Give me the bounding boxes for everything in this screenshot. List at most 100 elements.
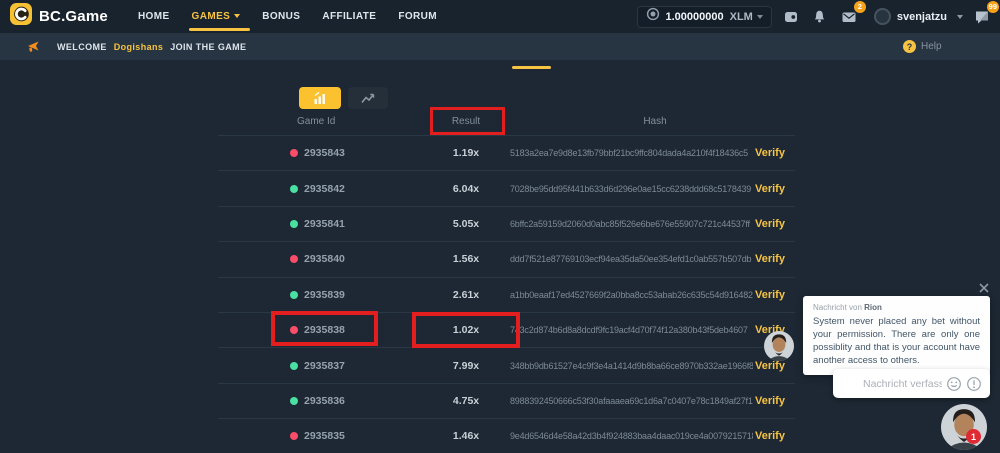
currency-label: XLM — [730, 11, 753, 23]
mail-badge: 2 — [854, 1, 866, 13]
game-id-value: 2935840 — [304, 253, 345, 265]
top-bar: BC.Game HOME GAMES BONUS AFFILIATE FORUM… — [0, 0, 1000, 33]
game-id-value: 2935835 — [304, 430, 345, 442]
status-dot — [290, 149, 298, 157]
user-menu[interactable]: svenjatzu — [874, 8, 963, 25]
sender-avatar — [764, 331, 794, 361]
main-nav: HOME GAMES BONUS AFFILIATE FORUM — [138, 0, 437, 33]
status-dot — [290, 291, 298, 299]
trend-chart-toggle-button[interactable] — [348, 87, 388, 109]
table-row: 2935836 4.75x 8988392450666c53f30afaaaea… — [218, 383, 795, 418]
verify-link[interactable]: Verify — [755, 289, 785, 301]
chat-badge: 99 — [987, 1, 999, 13]
brand-name: BC.Game — [39, 8, 108, 25]
welcome-username[interactable]: Dogishans — [114, 42, 164, 52]
notifications-button[interactable] — [810, 7, 830, 27]
verify-link[interactable]: Verify — [755, 183, 785, 195]
nav-games-label: GAMES — [192, 11, 231, 22]
column-header-hash: Hash — [540, 116, 770, 127]
welcome-bar: WELCOME Dogishans JOIN THE GAME ? Help — [0, 33, 1000, 60]
nav-home[interactable]: HOME — [138, 11, 170, 22]
username: svenjatzu — [897, 11, 947, 23]
nav-forum[interactable]: FORUM — [398, 11, 437, 22]
annotation-box-game-id-cell — [271, 311, 378, 346]
chat-message-card: Nachricht von Rion System never placed a… — [803, 296, 990, 375]
sender-name: Rion — [864, 303, 882, 312]
nav-bonus[interactable]: BONUS — [262, 11, 300, 22]
chat-button[interactable]: 99 — [972, 7, 992, 27]
welcome-label: WELCOME — [57, 42, 107, 52]
chat-message-meta: Nachricht von Rion — [813, 303, 980, 312]
currency-selector[interactable]: XLM — [730, 11, 763, 23]
verify-link[interactable]: Verify — [755, 430, 785, 442]
coin-icon — [646, 7, 660, 26]
status-dot — [290, 255, 298, 263]
hash-value: 348bb9db61527e4c9f3e4a1414d9b8ba66ce8970… — [510, 361, 753, 371]
brand[interactable]: BC.Game — [10, 3, 108, 30]
column-header-game-id: Game Id — [297, 116, 335, 127]
nav-affiliate[interactable]: AFFILIATE — [322, 11, 376, 22]
help-label: Help — [921, 41, 942, 52]
vault-icon — [783, 9, 799, 25]
chat-message-text: System never placed any bet without your… — [813, 315, 980, 367]
welcome-message: WELCOME Dogishans JOIN THE GAME — [57, 42, 246, 52]
message-input[interactable] — [863, 378, 942, 390]
vault-button[interactable] — [781, 7, 801, 27]
table-row: 2935835 1.46x 9e4d6546d4e58a42d3b4f92488… — [218, 418, 795, 453]
chevron-down-icon — [234, 14, 240, 18]
verify-link[interactable]: Verify — [755, 395, 785, 407]
table-row: 2935841 5.05x 6bffc2a59159d2060d0abc85f5… — [218, 206, 795, 241]
bc-game-screen: BC.Game HOME GAMES BONUS AFFILIATE FORUM… — [0, 0, 1000, 453]
status-dot — [290, 220, 298, 228]
verify-link[interactable]: Verify — [755, 360, 785, 372]
smiley-icon — [946, 376, 962, 392]
table-row: 2935843 1.19x 5183a2ea7e9d8e13fb79bbf21b… — [218, 135, 795, 170]
verify-link[interactable]: Verify — [755, 218, 785, 230]
game-id-value: 2935843 — [304, 147, 345, 159]
trend-chart-icon — [360, 90, 376, 106]
messages-button[interactable]: 2 — [839, 7, 859, 27]
nav-games[interactable]: GAMES — [192, 11, 241, 22]
status-dot — [290, 432, 298, 440]
hash-value: 743c2d874b6d8a8dcdf9fc19acf4d70f74f12a38… — [510, 325, 753, 335]
active-tab-indicator — [512, 66, 551, 69]
verify-link[interactable]: Verify — [755, 253, 785, 265]
bar-chart-icon — [312, 90, 328, 106]
bell-icon — [812, 9, 827, 24]
annotation-box-result-cell — [412, 312, 520, 348]
chevron-down-icon — [957, 15, 963, 19]
emoji-button[interactable] — [946, 376, 962, 392]
message-from-label: Nachricht von — [813, 303, 862, 312]
exclamation-icon — [966, 376, 982, 392]
game-id-value: 2935842 — [304, 183, 345, 195]
status-dot — [290, 397, 298, 405]
game-id-value: 2935841 — [304, 218, 345, 230]
chevron-down-icon — [757, 15, 763, 19]
balance-amount: 1.00000000 — [666, 11, 724, 23]
megaphone-icon — [25, 39, 41, 55]
bar-chart-toggle-button[interactable] — [299, 87, 341, 109]
chat-widget-avatar[interactable] — [941, 404, 987, 450]
hash-value: 8988392450666c53f30afaaaea69c1d6a7c0407e… — [510, 396, 753, 406]
table-row: 2935842 6.04x 7028be95dd95f441b633d6d296… — [218, 170, 795, 205]
annotation-box-result-header — [430, 107, 505, 135]
status-dot — [290, 185, 298, 193]
history-view-toggle — [299, 87, 388, 109]
table-row: 2935840 1.56x ddd7f521e87769103ecf94ea35… — [218, 241, 795, 276]
join-label: JOIN THE GAME — [170, 42, 246, 52]
bc-game-logo-icon — [10, 3, 32, 30]
question-mark-icon: ? — [903, 40, 916, 53]
hash-value: ddd7f521e87769103ecf94ea35da50ee354efd1c… — [510, 254, 753, 264]
game-id-value: 2935837 — [304, 360, 345, 372]
hash-value: 5183a2ea7e9d8e13fb79bbf21bc9ffc804dada4a… — [510, 148, 753, 158]
verify-link[interactable]: Verify — [755, 147, 785, 159]
game-id-value: 2935839 — [304, 289, 345, 301]
alert-button[interactable] — [966, 376, 982, 392]
table-row: 2935839 2.61x a1bb0eaaf17ed4527669f2a0bb… — [218, 277, 795, 312]
close-icon[interactable] — [977, 281, 991, 295]
status-dot — [290, 362, 298, 370]
chat-input-container — [833, 369, 990, 398]
game-id-value: 2935836 — [304, 395, 345, 407]
help-link[interactable]: ? Help — [903, 40, 942, 53]
balance-selector[interactable]: 1.00000000 XLM — [637, 6, 772, 28]
